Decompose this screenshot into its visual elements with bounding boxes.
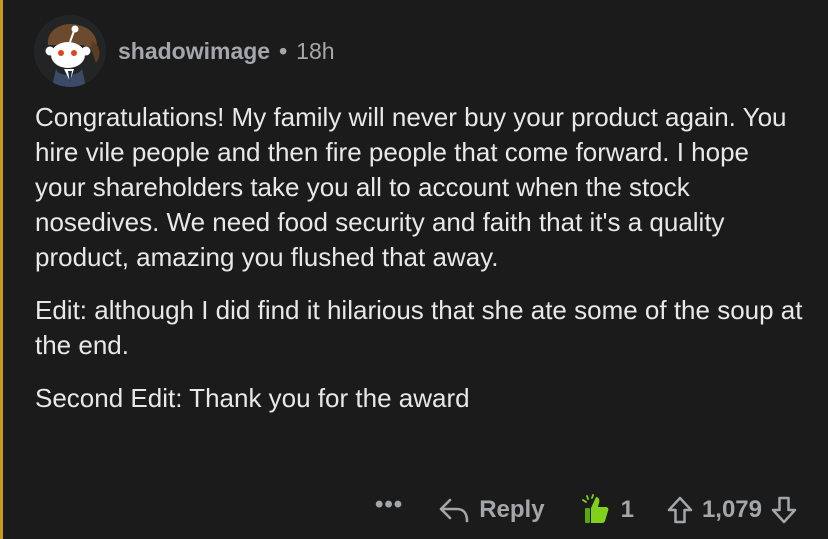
award-count: 1 [620, 496, 634, 523]
downvote-arrow-icon[interactable] [770, 495, 798, 525]
comment-header: shadowimage • 18h [34, 15, 335, 87]
thumbs-up-award-icon [581, 494, 608, 523]
username-link[interactable]: shadowimage [118, 38, 270, 65]
comment-paragraph: Edit: although I did find it hilarious t… [35, 295, 803, 360]
comment-paragraph: Second Edit: Thank you for the award [35, 383, 470, 413]
upvote-arrow-icon[interactable] [666, 495, 694, 525]
reddit-snoo-avatar-icon [34, 15, 106, 87]
comment: shadowimage • 18h Congratulations! My fa… [0, 0, 828, 539]
comment-body: Congratulations! My family will never bu… [35, 100, 805, 434]
comment-meta: shadowimage • 18h [118, 38, 335, 65]
vote-controls: 1,079 [666, 495, 798, 525]
comment-timestamp[interactable]: 18h [296, 38, 334, 65]
more-options-button[interactable]: ••• [375, 491, 403, 519]
reply-arrow-icon [439, 498, 469, 523]
vote-score: 1,079 [701, 496, 762, 523]
avatar[interactable] [34, 15, 106, 87]
comment-actions: ••• Reply 1 1,079 [375, 490, 798, 530]
comment-paragraph: Congratulations! My family will never bu… [35, 102, 787, 272]
reply-button[interactable]: Reply [439, 496, 545, 524]
reply-label: Reply [479, 496, 545, 523]
award-button[interactable]: 1 [581, 494, 634, 526]
meta-separator: • [279, 37, 288, 64]
